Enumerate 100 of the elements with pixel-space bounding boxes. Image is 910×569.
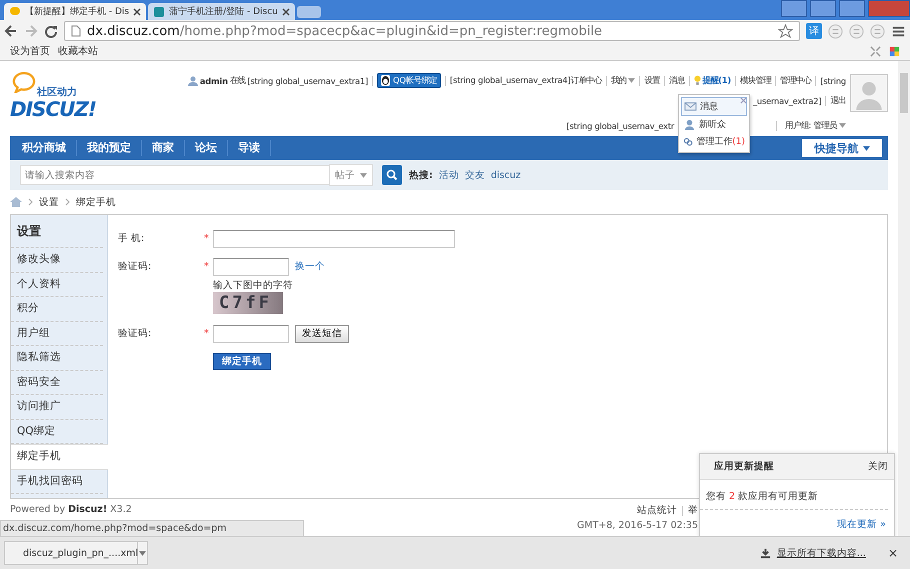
popup-close-link[interactable]: 关闭 [868,460,888,473]
usernav-text: [string global_usernav_extra1] [247,76,368,86]
caret-icon [360,172,367,178]
close-button[interactable]: × [888,546,898,560]
search-type-select[interactable]: 帖子 [329,164,373,186]
sidebar-item[interactable]: 密码安全 [11,370,103,395]
chevron-icon [28,198,33,206]
notice-item-icon [683,119,696,130]
required-mark: * [204,261,210,272]
field-label: 验证码: [118,327,152,340]
palette-icon[interactable] [889,46,900,56]
nav-tab[interactable]: 论坛 [185,140,228,156]
reload-icon[interactable] [44,24,58,38]
usernav-text: [string global_usernav_extr [566,120,674,130]
captcha-hint: 输入下图中的字符 [213,279,294,292]
nav-tab[interactable]: 我的预定 [77,140,142,156]
avatar-frame[interactable] [850,74,888,112]
notice-item-icon [683,136,694,147]
breadcrumb-link[interactable]: 设置 [39,196,59,208]
extension-icon[interactable] [849,24,864,38]
sidebar-item[interactable]: 积分 [11,297,103,322]
sidebar-item[interactable]: 访问推广 [11,395,103,420]
tab-title: 蒲宁手机注册/登陆 - Discu [169,6,278,18]
usernav-link[interactable]: [string [820,76,846,86]
nav-tab[interactable]: 导读 [228,140,271,156]
show-all-downloads-link[interactable]: 显示所有下载内容... [776,546,866,560]
caret-icon [139,550,146,556]
status-url: dx.discuz.com/home.php?mod=space&do=pm [0,520,304,536]
send-sms-button[interactable]: 发送短信 [295,324,349,342]
notice-menu[interactable]: 提醒(1) [702,75,731,86]
download-item[interactable]: discuz_plugin_pn_....xml [4,541,138,565]
required-mark: * [204,328,210,339]
sidebar-title: 设置 [11,215,103,248]
powered-by-text: Powered by Discuz! X3.2 [10,504,132,515]
hot-search-link[interactable]: 活动 [438,168,459,182]
bookmark-link[interactable]: 设为首页 [10,44,50,58]
lightbulb-icon [694,75,701,86]
footer-link[interactable]: 举 [688,504,698,517]
star-icon[interactable] [778,24,793,38]
page-icon [71,25,81,37]
phone-field[interactable] [213,230,455,248]
sidebar-item[interactable]: 修改头像 [11,248,103,272]
usernav-link[interactable]: 消息 [668,75,685,86]
discuz-logo[interactable]: 社区动力 DISCUZ! [10,71,102,121]
shrink-icon[interactable] [870,46,881,56]
hot-search-label: 热搜: [409,168,433,182]
sidebar-item[interactable]: 绑定手机 [11,444,108,470]
usernav-text: _usernav_extra2] [752,96,822,106]
order-center-link[interactable]: [string global_usernav_extra4]订单中心 [450,75,602,86]
tab-favicon-icon [9,6,21,18]
home-icon[interactable] [10,197,22,207]
scrollbar[interactable] [898,61,910,536]
tab-title: 【新提醒】绑定手机 - Dis [25,6,130,18]
search-icon [386,169,398,181]
caret-icon [862,146,870,150]
translate-button[interactable]: 译 [806,23,822,39]
captcha-field[interactable] [213,258,289,276]
my-menu[interactable]: 我的 [610,75,636,86]
forward-icon[interactable] [24,24,38,38]
refresh-captcha-link[interactable]: 换一个 [295,260,325,273]
new-tab-button[interactable] [296,6,321,18]
sidebar-item[interactable]: 个人资料 [11,272,103,297]
footer-link[interactable]: 站点统计 [637,504,677,517]
server-time: GMT+8, 2016-5-17 02:35 [577,520,698,531]
caret-icon [628,78,636,83]
nav-tab[interactable]: 积分商城 [12,140,77,156]
logout-link[interactable]: 退出 [830,95,846,106]
popup-message: 您有 2 款应用有可用更新 [700,480,888,510]
notice-menu-item[interactable]: 消息 [681,97,747,116]
extension-icon[interactable] [828,24,843,38]
search-button[interactable] [382,165,402,185]
extension-icon[interactable] [870,24,885,38]
sidebar-item[interactable]: 用户组 [11,322,103,346]
sidebar-item[interactable]: 隐私筛选 [11,346,103,370]
sidebar-item[interactable]: 手机找回密码 [11,470,103,494]
back-icon[interactable] [4,24,18,38]
usernav-link[interactable]: 模块管理 [740,75,772,86]
nav-tab[interactable]: 商家 [142,140,185,156]
browser-tab[interactable]: 蒲宁手机注册/登陆 - Discu [148,3,295,20]
bookmark-link[interactable]: 收藏本站 [58,44,98,58]
sms-code-field[interactable] [213,324,289,342]
notice-menu-item[interactable]: 管理工作(1) [681,133,747,150]
usergroup-menu[interactable]: 用户组: 管理员 [785,120,846,131]
search-field[interactable]: 请输入搜索内容 [20,165,330,185]
download-menu-button[interactable] [138,541,148,565]
bind-phone-button[interactable]: 绑定手机 [213,353,271,370]
username-link[interactable]: admin [200,76,228,86]
qq-bind-button[interactable]: QQ帐号绑定 [377,73,441,88]
address-bar[interactable]: dx.discuz.com/home.php?mod=spacecp&ac=plugin&id=pn_register:regmobile [64,21,800,41]
online-status: 在线 [230,75,246,86]
hot-search-link[interactable]: 交友 [464,168,485,182]
update-now-link[interactable]: 现在更新 » [837,519,886,530]
notice-menu-item[interactable]: 新听众 [681,116,747,133]
usernav-link[interactable]: 管理中心 [780,75,812,86]
browser-tab[interactable]: 【新提醒】绑定手机 - Dis [4,3,146,20]
quick-nav-button[interactable]: 快捷导航 [802,139,882,157]
field-label: 手 机: [118,232,146,245]
hot-search-link[interactable]: discuz [490,170,521,180]
breadcrumb-link[interactable]: 绑定手机 [76,196,116,208]
usernav-link[interactable]: 设置 [644,75,660,86]
